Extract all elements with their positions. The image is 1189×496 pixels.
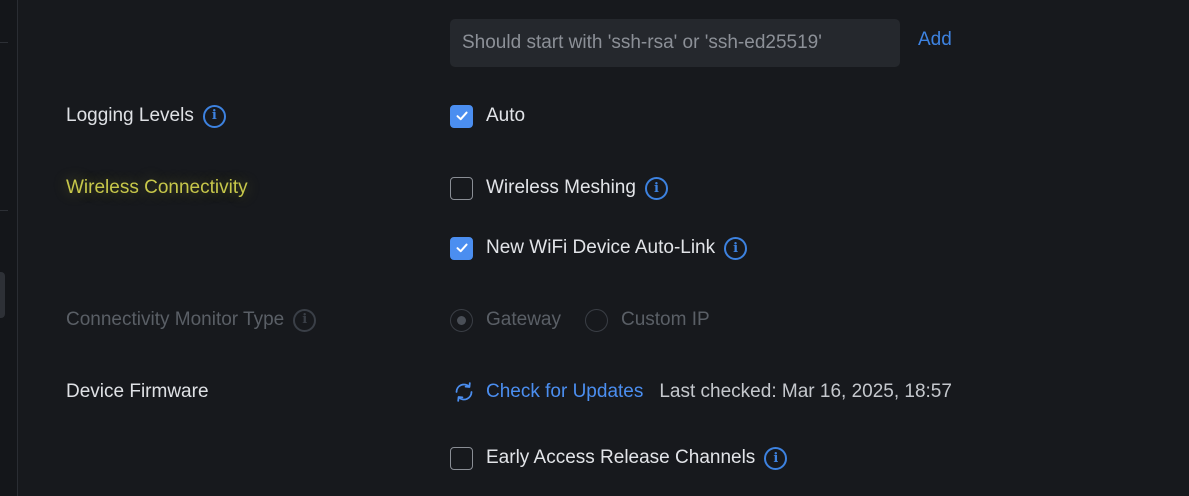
info-icon[interactable]: i — [644, 176, 668, 200]
checkbox-unchecked-icon[interactable] — [450, 176, 473, 200]
device-firmware-label: Device Firmware — [66, 381, 209, 402]
radio-gateway-label: Gateway — [486, 309, 561, 330]
add-ssh-key-button[interactable]: Add — [918, 29, 952, 51]
wireless-connectivity-label: Wireless Connectivity — [66, 177, 248, 198]
check-for-updates-link[interactable]: Check for Updates — [486, 381, 643, 403]
connectivity-monitor-label: Connectivity Monitor Type i — [66, 308, 317, 332]
wifi-auto-link-label: New WiFi Device Auto-Link — [486, 237, 716, 258]
connectivity-monitor-options: Gateway Custom IP — [450, 308, 710, 332]
wireless-meshing-label: Wireless Meshing — [486, 177, 636, 198]
wireless-meshing-checkbox[interactable]: Wireless Meshing i — [450, 176, 668, 200]
refresh-icon[interactable] — [452, 380, 476, 404]
rail-tab[interactable] — [0, 272, 5, 318]
radio-dot — [457, 315, 466, 325]
wifi-auto-link-checkbox[interactable]: New WiFi Device Auto-Link i — [450, 236, 748, 260]
info-icon[interactable]: i — [724, 236, 748, 260]
rail-divider — [0, 42, 8, 43]
ssh-key-input[interactable] — [450, 19, 900, 67]
checkbox-checked-icon[interactable] — [450, 104, 473, 128]
check-updates-group: Check for Updates Last checked: Mar 16, … — [450, 380, 952, 404]
info-icon[interactable]: i — [293, 308, 317, 332]
early-access-label: Early Access Release Channels — [486, 447, 756, 468]
info-icon[interactable]: i — [202, 104, 226, 128]
checkbox-checked-icon[interactable] — [450, 236, 473, 260]
last-checked-text: Last checked: Mar 16, 2025, 18:57 — [659, 381, 952, 402]
logging-levels-label: Logging Levels i — [66, 104, 226, 128]
early-access-checkbox[interactable]: Early Access Release Channels i — [450, 446, 788, 470]
check-icon — [456, 243, 468, 253]
left-rail — [0, 0, 18, 496]
radio-custom-ip[interactable] — [584, 308, 608, 332]
checkbox-unchecked-icon[interactable] — [450, 446, 473, 470]
rail-divider — [0, 210, 8, 211]
radio-custom-ip-label: Custom IP — [620, 309, 710, 330]
check-icon — [456, 111, 468, 121]
logging-auto-checkbox[interactable]: Auto — [450, 104, 525, 128]
radio-gateway[interactable] — [450, 308, 473, 332]
logging-auto-label: Auto — [486, 105, 526, 126]
info-icon[interactable]: i — [764, 446, 788, 470]
